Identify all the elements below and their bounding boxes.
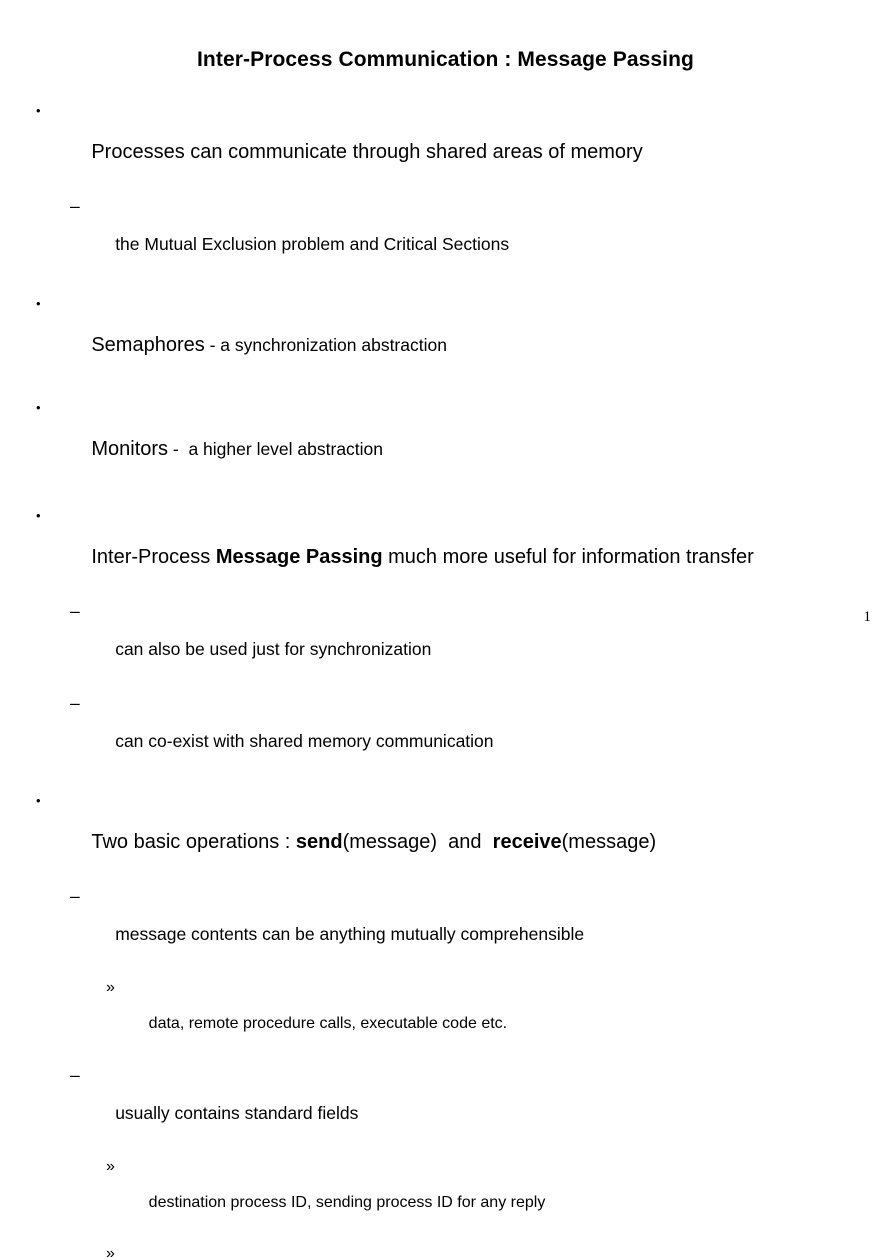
bullet-glyph-level1: • [36,793,41,808]
bullet-item-level3: » message length [0,1245,891,1260]
bullet-text-part-c: much more useful for information transfe… [382,546,754,568]
bullet-item-level2: – message contents can be anything mutua… [0,887,891,963]
page-number: 1 [863,609,872,625]
bullet-glyph-level3: » [106,1245,115,1260]
bullet-glyph-level1: • [36,508,41,523]
bullet-item-level1: • Inter-Process Message Passing much mor… [0,505,891,589]
bullet-text-emphasis: Message Passing [215,546,383,568]
bullet-text: message contents can be anything mutuall… [115,924,585,944]
bullet-glyph-level2: – [70,196,80,216]
bullet-text-send-keyword: send [295,831,343,853]
bullet-text-part-a: Inter-Process [91,546,216,568]
bullet-item-level2: – can also be used just for synchronizat… [0,602,891,678]
bullet-glyph-level3: » [106,979,115,996]
bullet-glyph-level1: • [36,296,41,311]
bullet-item-level2: – the Mutual Exclusion problem and Criti… [0,197,891,273]
bullet-text-part-a: Two basic operations : [91,831,296,853]
bullet-text: can also be used just for synchronizatio… [115,639,432,659]
bullet-text: destination process ID, sending process … [148,1194,546,1211]
bullet-text: Processes can communicate through shared… [91,141,643,163]
slide-canvas: Inter-Process Communication : Message Pa… [0,0,891,1260]
bullet-text-rest: - a synchronization abstraction [204,335,447,355]
bullet-text-part-e: (message) [561,831,657,853]
bullet-item-level1: • Two basic operations : send(message) a… [0,790,891,874]
bullet-glyph-level2: – [70,601,80,621]
bullet-glyph-level2: – [70,886,80,906]
bullet-glyph-level1: • [36,400,41,415]
page-title: Inter-Process Communication : Message Pa… [197,48,694,71]
bullet-text-main: Monitors [91,438,169,460]
bullet-item-level1: • Semaphores - a synchronization abstrac… [0,293,891,377]
bullet-text-main: Semaphores [91,334,205,356]
bullet-text-rest: - a higher level abstraction [168,439,384,459]
bullet-text: the Mutual Exclusion problem and Critica… [115,234,510,254]
bullet-item-level1: • Processes can communicate through shar… [0,100,891,184]
bullet-glyph-level1: • [36,103,41,118]
bullet-glyph-level2: – [70,693,80,713]
bullet-glyph-level2: – [70,1065,80,1085]
bullet-text: data, remote procedure calls, executable… [148,1015,508,1032]
bullet-item-level3: » destination process ID, sending proces… [0,1158,891,1230]
bullet-item-level2: – can co-exist with shared memory commun… [0,694,891,770]
bullet-text: usually contains standard fields [115,1103,359,1123]
bullet-item-level3: » data, remote procedure calls, executab… [0,979,891,1051]
bullet-text-receive-keyword: receive [492,831,562,853]
bullet-item-level2: – usually contains standard fields [0,1066,891,1142]
bullet-text-part-c: (message) and [342,831,493,853]
bullet-text: can co-exist with shared memory communic… [115,731,494,751]
bullet-item-level1: • Monitors - a higher level abstraction [0,397,891,481]
slide-body-outline: • Processes can communicate through shar… [0,100,891,1260]
bullet-glyph-level3: » [106,1158,115,1175]
